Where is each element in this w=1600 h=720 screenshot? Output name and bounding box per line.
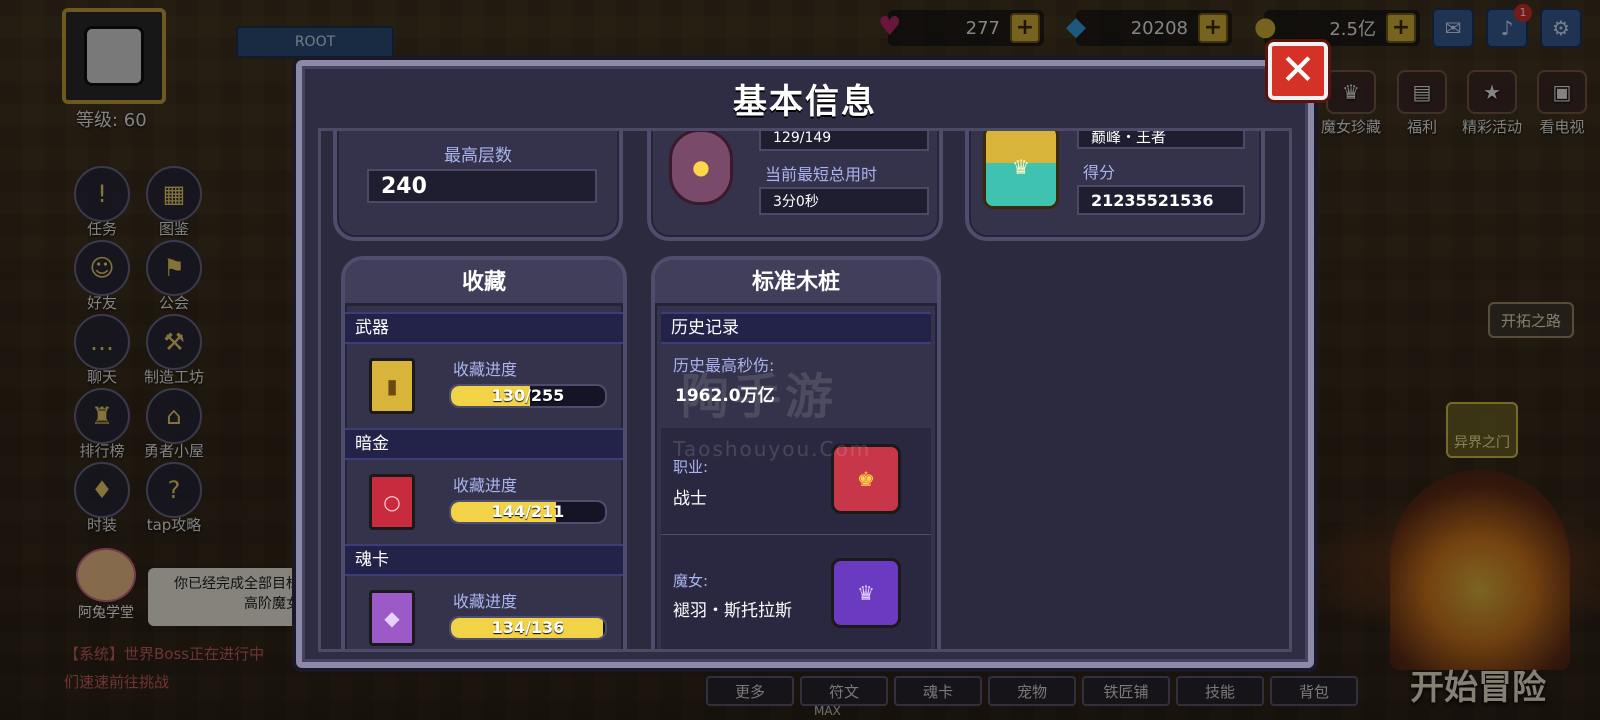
witch-value: 褪羽・斯托拉斯 <box>673 601 792 621</box>
rank-panel: ♛ 巅峰・王者 得分 21235521536 <box>965 131 1265 241</box>
dark-gold-progress-bar: 144/211 <box>449 500 607 524</box>
modal-content[interactable]: 最高层数 240 ● 129/149 当前最短总用时 3分0秒 ♛ 巅峰・王者 … <box>318 128 1292 652</box>
dark-gold-progress-text: 144/211 <box>491 502 565 521</box>
class-value: 战士 <box>673 489 707 509</box>
tower-label: 最高层数 <box>444 146 512 166</box>
rank-value: 巅峰・王者 <box>1077 131 1245 149</box>
score-label: 得分 <box>1083 163 1116 182</box>
history-section: 历史记录 <box>661 312 931 344</box>
boss-time-label: 当前最短总用时 <box>765 165 878 184</box>
boss-top-value: 129/149 <box>759 131 929 151</box>
boss-panel: ● 129/149 当前最短总用时 3分0秒 <box>647 131 943 241</box>
modal-title: 基本信息 <box>733 82 877 122</box>
tower-value: 240 <box>367 169 597 203</box>
witch-label: 魔女: <box>673 572 709 590</box>
watermark-url: Taoshouyou.Com <box>673 437 872 461</box>
collection-panel: 收藏 武器 ▮ 收藏进度 130/255 暗金 ○ 收藏进度 144/211 魂… <box>341 256 627 649</box>
training-dummy-title: 标准木桩 <box>655 260 937 306</box>
watermark-logo: 陶手游 <box>681 369 838 425</box>
close-button[interactable]: ✕ <box>1268 42 1328 100</box>
collection-title: 收藏 <box>345 260 623 306</box>
soul-card-progress-label: 收藏进度 <box>453 592 518 611</box>
weapon-book-icon: ▮ <box>369 358 415 414</box>
dummy-detail-box: 职业: 战士 ♚ 魔女: 褪羽・斯托拉斯 ♛ <box>661 428 931 649</box>
soul-card-book-icon: ◆ <box>369 590 415 646</box>
divider <box>661 534 931 535</box>
dark-gold-progress-label: 收藏进度 <box>453 476 518 495</box>
tower-panel: 最高层数 240 <box>333 131 623 241</box>
witch-portrait-icon: ♛ <box>831 558 901 628</box>
section-soul-cards: 魂卡 <box>345 544 623 576</box>
soul-card-progress-bar: 134/136 <box>449 616 607 640</box>
dark-gold-book-icon: ○ <box>369 474 415 530</box>
basic-info-modal: 基本信息 最高层数 240 ● 129/149 当前最短总用时 3分0秒 ♛ 巅… <box>296 60 1314 668</box>
rank-emblem-icon: ♛ <box>983 131 1059 209</box>
soul-card-progress-text: 134/136 <box>491 618 565 637</box>
section-weapons: 武器 <box>345 312 623 344</box>
demon-boss-icon: ● <box>669 131 733 205</box>
weapon-progress-label: 收藏进度 <box>453 360 518 379</box>
weapon-progress-bar: 130/255 <box>449 384 607 408</box>
boss-time-value: 3分0秒 <box>759 187 929 215</box>
section-dark-gold: 暗金 <box>345 428 623 460</box>
weapon-progress-text: 130/255 <box>491 386 565 405</box>
score-value: 21235521536 <box>1077 185 1245 215</box>
